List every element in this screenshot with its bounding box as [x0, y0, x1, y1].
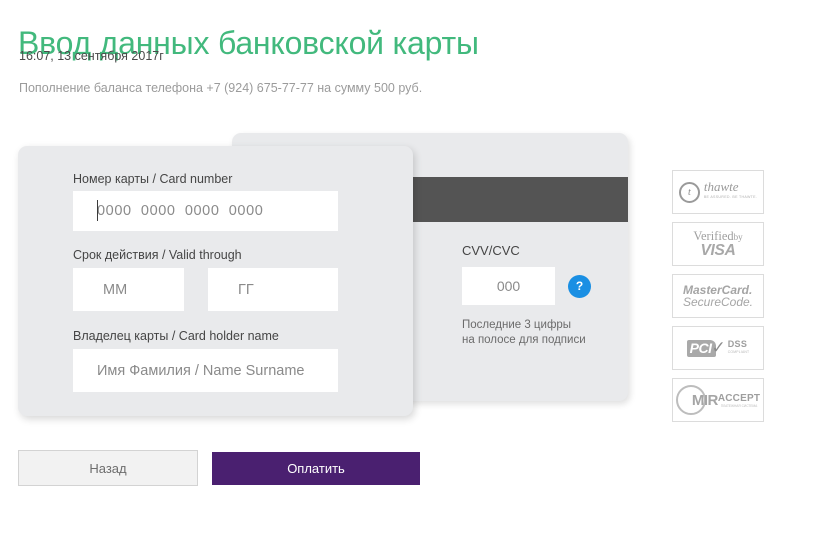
verified-word: Verified	[693, 228, 734, 243]
security-badges: t thawte BE ASSURED. BE THAWTE. Verified…	[672, 170, 764, 430]
payment-purpose-text: Пополнение баланса телефона +7 (924) 675…	[19, 81, 423, 95]
cvv-row: ?	[462, 267, 622, 305]
pci-dss-badge-icon: PCI ✓ DSS COMPLIANT	[672, 326, 764, 370]
dss-wordmark: DSS	[727, 339, 748, 349]
card-holder-label: Владелец карты / Card holder name	[73, 329, 279, 343]
mir-tagline: ПЛАТЕЖНАЯ СИСТЕМА	[720, 403, 758, 408]
cvv-hint: Последние 3 цифры на полосе для подписи	[462, 319, 586, 346]
checkmark-icon: ✓	[711, 338, 726, 357]
verified-by-visa-badge-icon: Verifiedby VISA	[672, 222, 764, 266]
thawte-badge-icon: t thawte BE ASSURED. BE THAWTE.	[672, 170, 764, 214]
thawte-label: thawte BE ASSURED. BE THAWTE.	[703, 180, 758, 203]
expiry-month-input[interactable]	[73, 268, 184, 311]
thawte-mark-icon: t	[678, 181, 700, 203]
card-number-input[interactable]	[73, 191, 338, 231]
timestamp: 16:07, 13 сентября 2017г	[19, 49, 164, 63]
verified-by-visa-line1: Verifiedby	[693, 228, 743, 243]
securecode-wordmark: SecureCode.	[682, 295, 754, 309]
cvv-label: CVV/CVC	[462, 243, 520, 258]
thawte-tagline: BE ASSURED. BE THAWTE.	[703, 195, 758, 199]
visa-wordmark: VISA	[700, 242, 736, 259]
expiry-year-input[interactable]	[208, 268, 338, 311]
cvv-input[interactable]	[462, 267, 555, 305]
mir-accept-badge-icon: MIR ACCEPT ПЛАТЕЖНАЯ СИСТЕМА	[672, 378, 764, 422]
text-caret	[97, 200, 98, 221]
mastercard-securecode-badge-icon: MasterCard. SecureCode.	[672, 274, 764, 318]
back-button[interactable]: Назад	[18, 450, 198, 486]
cvv-zone: CVV/CVC ? Последние 3 цифры на полосе дл…	[462, 243, 622, 348]
help-icon[interactable]: ?	[568, 274, 591, 298]
pci-compliant-tagline: COMPLIANT	[727, 350, 750, 354]
card-holder-input[interactable]	[73, 349, 338, 392]
card-number-label: Номер карты / Card number	[73, 172, 233, 186]
card-front-panel: Номер карты / Card number Срок действия …	[18, 146, 413, 416]
by-word: by	[733, 231, 743, 242]
accept-wordmark: ACCEPT	[717, 392, 761, 404]
pay-button[interactable]: Оплатить	[212, 452, 420, 485]
valid-through-label: Срок действия / Valid through	[73, 248, 242, 262]
mir-wordmark: MIR	[691, 391, 719, 409]
